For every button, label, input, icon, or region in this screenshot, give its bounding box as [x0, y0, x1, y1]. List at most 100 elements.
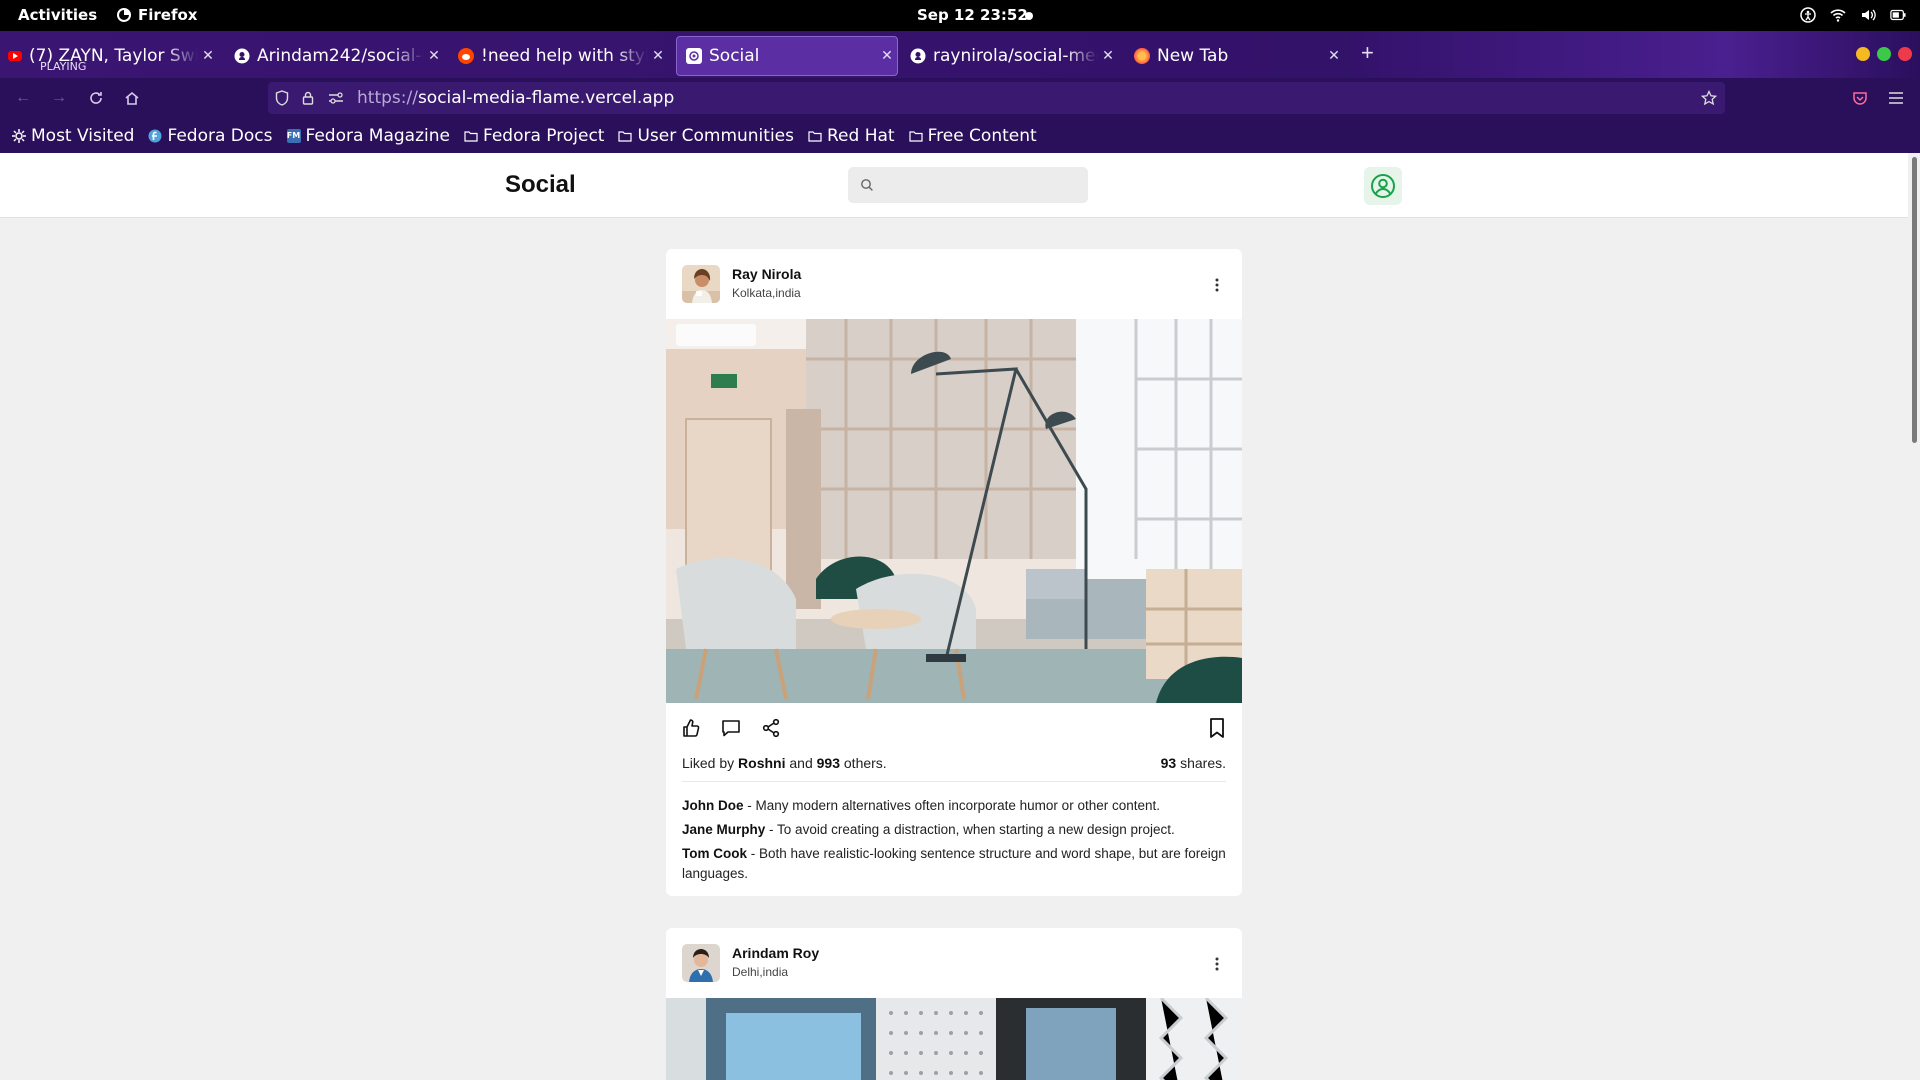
- navigation-toolbar: ← → https://social-media-flame.vercel.ap…: [0, 78, 1920, 118]
- volume-icon[interactable]: [1860, 7, 1876, 23]
- site-logo[interactable]: Social: [505, 171, 576, 199]
- bookmark-red-hat[interactable]: Red Hat: [808, 126, 895, 146]
- hamburger-menu-icon[interactable]: [1886, 88, 1906, 108]
- app-menu[interactable]: Firefox: [116, 6, 197, 24]
- comment-icon[interactable]: [720, 717, 742, 739]
- pocket-icon[interactable]: [1850, 88, 1870, 108]
- close-tab-icon[interactable]: ✕: [1324, 48, 1344, 64]
- battery-icon[interactable]: [1890, 7, 1906, 23]
- home-icon[interactable]: [122, 88, 142, 108]
- comment-text: - To avoid creating a distraction, when …: [769, 822, 1175, 837]
- post-author[interactable]: Ray Nirola: [732, 266, 801, 282]
- shield-icon[interactable]: [274, 90, 290, 106]
- bookmark-fedora-project[interactable]: Fedora Project: [464, 126, 604, 146]
- avatar[interactable]: [682, 944, 720, 982]
- scrollbar-thumb[interactable]: [1912, 157, 1917, 443]
- tab-new-tab[interactable]: New Tab ✕: [1134, 36, 1344, 76]
- post-card: Ray Nirola Kolkata,india Liked by Roshni…: [666, 249, 1242, 896]
- more-options-icon[interactable]: [1210, 277, 1224, 293]
- bookmark-free-content[interactable]: Free Content: [908, 126, 1037, 146]
- bookmark-fedora-docs[interactable]: Fedora Docs: [148, 126, 273, 146]
- post-card: Arindam Roy Delhi,india: [666, 928, 1242, 1080]
- profile-button[interactable]: [1364, 167, 1402, 205]
- comment-author[interactable]: Jane Murphy: [682, 822, 765, 837]
- shares-summary: 93 shares.: [1161, 755, 1226, 771]
- search-input[interactable]: [880, 167, 1080, 203]
- like-thumbs-up-icon[interactable]: [680, 717, 702, 739]
- close-tab-icon[interactable]: ✕: [424, 48, 444, 64]
- comment-author[interactable]: John Doe: [682, 798, 744, 813]
- folder-icon: [618, 129, 633, 143]
- back-arrow-icon[interactable]: ←: [13, 88, 33, 108]
- search-box[interactable]: [848, 167, 1088, 203]
- system-top-bar: Activities Firefox Sep 12 23:52: [0, 0, 1920, 31]
- shares-count: 93: [1160, 755, 1177, 771]
- url-bar[interactable]: https://social-media-flame.vercel.app: [268, 82, 1725, 114]
- bookmark-icon[interactable]: [1206, 717, 1228, 739]
- lock-icon[interactable]: [300, 90, 316, 106]
- wifi-icon[interactable]: [1830, 7, 1846, 23]
- folder-icon: [464, 129, 478, 143]
- more-options-icon[interactable]: [1210, 956, 1224, 972]
- post-image[interactable]: [666, 319, 1242, 703]
- post-location: Kolkata,india: [732, 286, 801, 300]
- tab-title: !need help with stylin: [481, 46, 648, 66]
- close-window-button[interactable]: [1898, 47, 1912, 61]
- bookmark-star-icon[interactable]: [1701, 90, 1717, 106]
- url-text[interactable]: https://social-media-flame.vercel.app: [357, 88, 674, 108]
- github-icon: [234, 48, 250, 64]
- bookmarks-toolbar: Most Visited Fedora Docs FM Fedora Magaz…: [0, 118, 1920, 153]
- bookmark-most-visited[interactable]: Most Visited: [12, 126, 134, 146]
- bookmark-user-communities[interactable]: User Communities: [618, 126, 794, 146]
- fedora-icon: [148, 129, 162, 143]
- page-scrollbar[interactable]: [1908, 153, 1920, 1080]
- system-tray[interactable]: [1800, 7, 1906, 23]
- comment-text: - Both have realistic-looking sentence s…: [682, 846, 1226, 881]
- tab-title: Arindam242/social-m: [257, 46, 424, 66]
- share-icon[interactable]: [760, 717, 782, 739]
- url-host: social-media-flame.vercel.app: [417, 88, 675, 108]
- firefox-icon: [1134, 48, 1150, 64]
- reddit-icon: [458, 48, 474, 64]
- comments-list: John Doe - Many modern alternatives ofte…: [682, 781, 1226, 896]
- post-actions: [666, 703, 1242, 753]
- site-header: Social: [0, 153, 1908, 218]
- github-icon: [910, 48, 926, 64]
- minimize-button[interactable]: [1856, 47, 1870, 61]
- close-tab-icon[interactable]: ✕: [648, 48, 668, 64]
- tab-github-raynirola[interactable]: raynirola/social-med ✕: [910, 36, 1118, 76]
- post-stats: Liked by Roshni and 993 others. 93 share…: [666, 753, 1242, 781]
- bookmark-label: Fedora Project: [482, 125, 605, 146]
- bookmark-fedora-magazine[interactable]: FM Fedora Magazine: [286, 126, 450, 146]
- maximize-button[interactable]: [1877, 47, 1891, 61]
- comment-author[interactable]: Tom Cook: [682, 846, 747, 861]
- liked-by-user[interactable]: Roshni: [738, 755, 785, 771]
- comment-item: Tom Cook - Both have realistic-looking s…: [682, 844, 1226, 884]
- activities-button[interactable]: Activities: [18, 6, 97, 24]
- app-name: Firefox: [138, 6, 198, 24]
- clock[interactable]: Sep 12 23:52: [917, 6, 1028, 24]
- avatar[interactable]: [682, 265, 720, 303]
- window-controls: [1856, 47, 1912, 61]
- likes-prefix: Liked by: [682, 755, 735, 771]
- fm-icon: FM: [286, 128, 301, 143]
- bookmark-label: Most Visited: [31, 125, 135, 146]
- bookmark-label: User Communities: [637, 125, 794, 146]
- close-tab-icon[interactable]: ✕: [1098, 48, 1118, 64]
- tab-youtube[interactable]: (7) ZAYN, Taylor Swift ✕ PLAYING: [8, 36, 218, 76]
- forward-arrow-icon[interactable]: →: [49, 88, 69, 108]
- post-author[interactable]: Arindam Roy: [732, 945, 819, 961]
- close-tab-icon[interactable]: ✕: [877, 48, 897, 64]
- tab-social[interactable]: Social ✕: [676, 36, 898, 76]
- accessibility-icon[interactable]: [1800, 7, 1816, 23]
- permissions-icon[interactable]: [328, 90, 344, 106]
- tab-github-arindam[interactable]: Arindam242/social-m ✕: [234, 36, 444, 76]
- reload-icon[interactable]: [86, 88, 106, 108]
- url-scheme: https://: [357, 88, 418, 108]
- post-image[interactable]: [666, 998, 1242, 1080]
- close-tab-icon[interactable]: ✕: [198, 48, 218, 64]
- new-tab-plus-icon[interactable]: +: [1361, 40, 1374, 66]
- folder-icon: [808, 129, 822, 143]
- folder-icon: [908, 129, 923, 143]
- tab-reddit[interactable]: !need help with stylin ✕: [458, 36, 668, 76]
